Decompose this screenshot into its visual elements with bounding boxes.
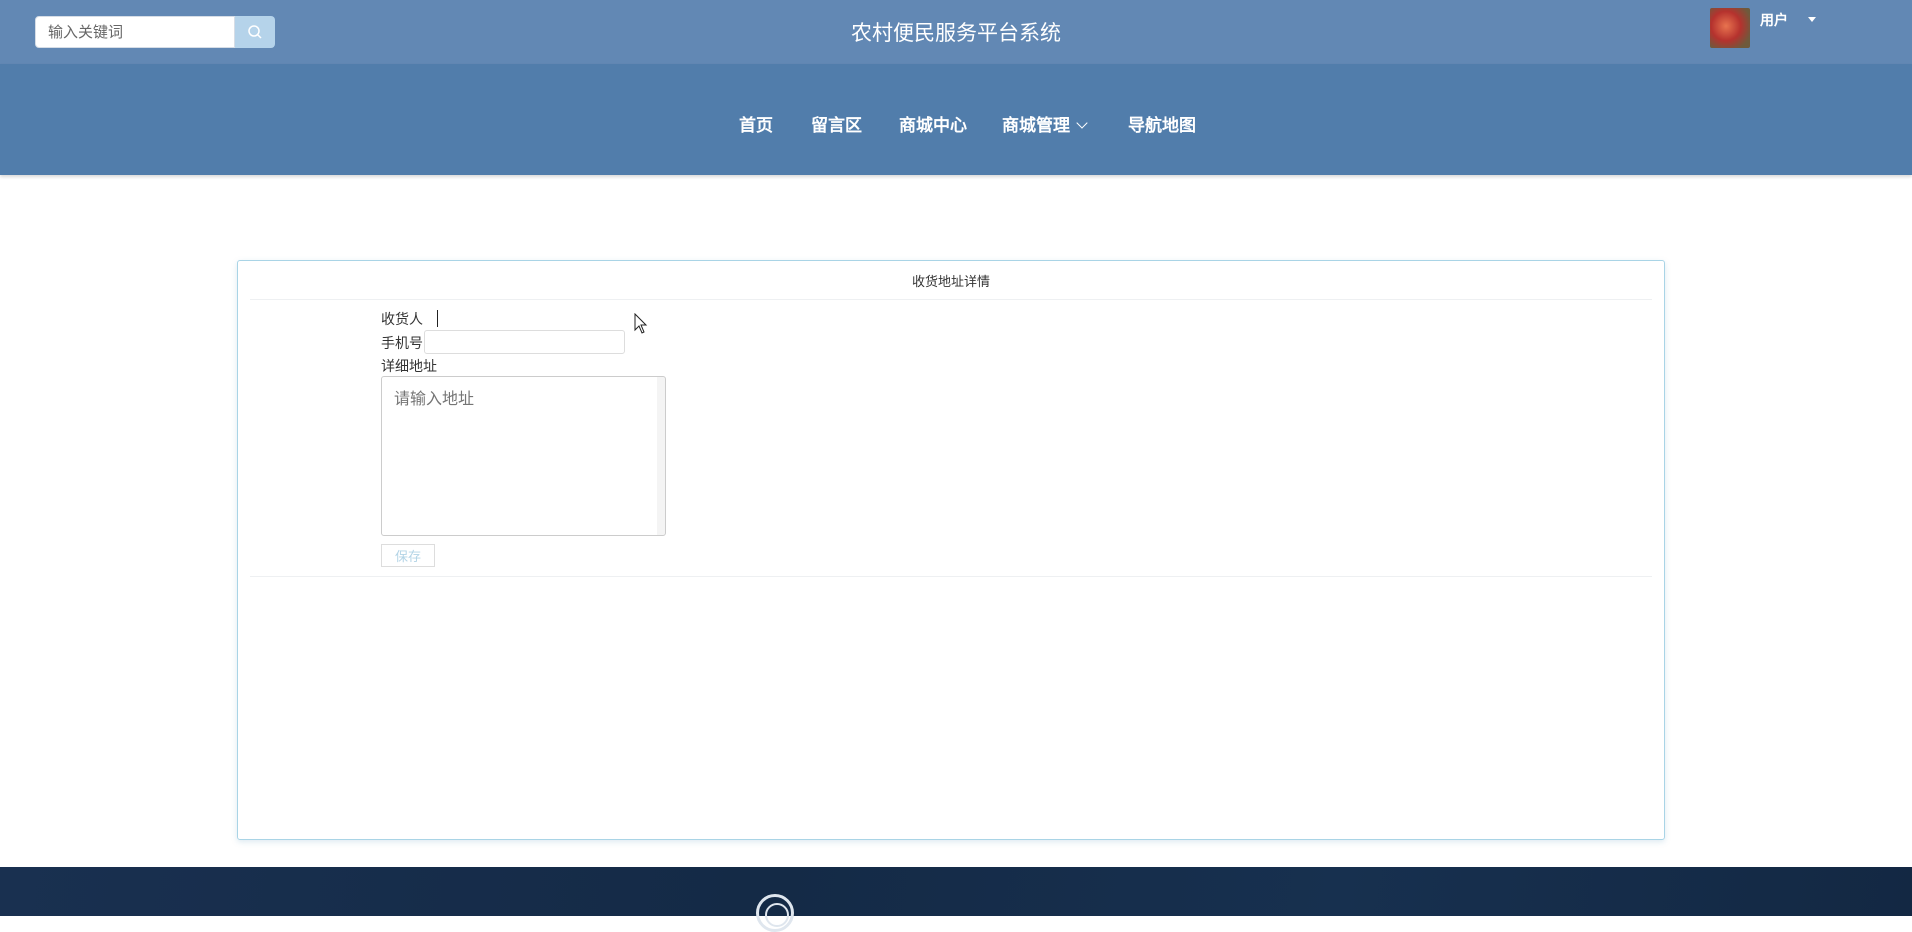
divider xyxy=(250,576,1652,577)
chevron-down-icon xyxy=(1076,117,1088,129)
nav-mall-center[interactable]: 商城中心 xyxy=(899,111,967,136)
panel-title: 收货地址详情 xyxy=(911,275,990,290)
footer-logo-icon xyxy=(756,894,794,932)
nav-mall-management-label: 商城管理 xyxy=(1002,116,1070,136)
caret-down-icon[interactable] xyxy=(1808,17,1816,22)
footer xyxy=(0,867,1912,932)
user-menu[interactable]: 用户 xyxy=(1760,10,1788,30)
avatar[interactable] xyxy=(1710,8,1750,48)
receiver-label: 收货人 xyxy=(381,312,423,328)
phone-label: 手机号 xyxy=(381,336,423,352)
top-bar: 输入关键词 农村便民服务平台系统 用户 xyxy=(0,0,1912,64)
phone-input[interactable] xyxy=(424,330,625,354)
nav-messages[interactable]: 留言区 xyxy=(811,111,862,136)
nav-mall-management[interactable]: 商城管理 xyxy=(1002,111,1088,136)
mouse-cursor-icon xyxy=(634,313,648,334)
site-title: 农村便民服务平台系统 xyxy=(851,21,1061,45)
save-button[interactable]: 保存 xyxy=(381,544,435,567)
main-nav: 首页 留言区 商城中心 商城管理 导航地图 xyxy=(0,64,1912,175)
receiver-input[interactable] xyxy=(437,310,438,327)
address-label: 详细地址 xyxy=(381,359,437,375)
divider xyxy=(250,299,1652,300)
nav-map[interactable]: 导航地图 xyxy=(1128,111,1196,136)
address-textarea[interactable] xyxy=(381,376,666,536)
nav-home[interactable]: 首页 xyxy=(739,111,773,136)
